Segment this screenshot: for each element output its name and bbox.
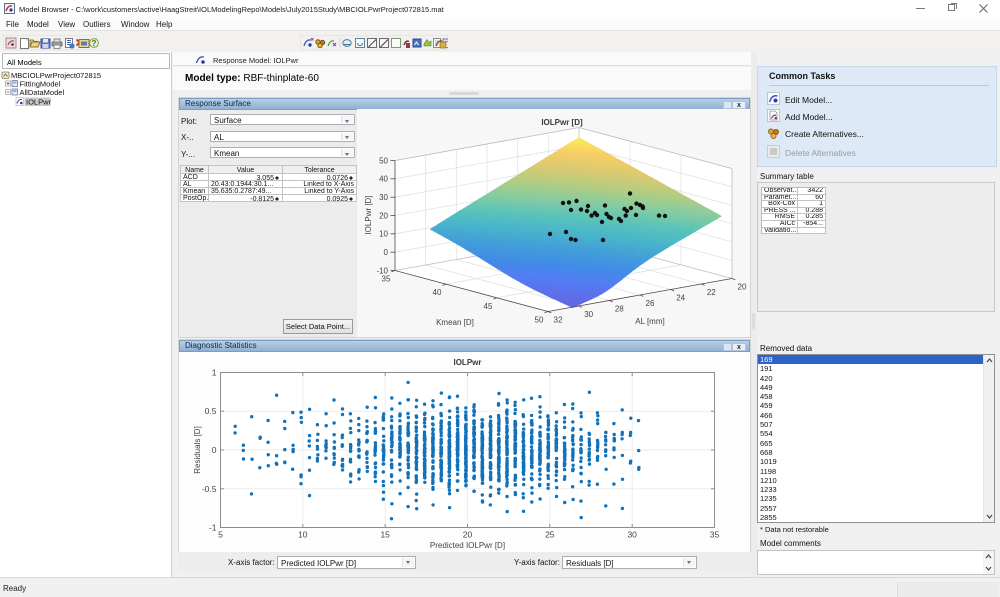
svg-text:10: 10 [298,530,308,540]
svg-text:20: 20 [463,530,473,540]
svg-text:Predicted IOLPwr [D]: Predicted IOLPwr [D] [430,541,505,550]
svg-text:-0.5: -0.5 [202,484,217,494]
svg-text:32: 32 [554,316,563,325]
svg-text:Residuals [D]: Residuals [D] [193,426,202,474]
svg-text:30: 30 [627,530,637,540]
svg-text:15: 15 [380,530,390,540]
svg-text:Kmean [D]: Kmean [D] [436,318,474,327]
svg-text:30: 30 [584,310,593,319]
svg-text:20: 20 [379,211,388,220]
svg-text:IOLPwr: IOLPwr [26,98,52,107]
svg-text:35: 35 [382,275,391,284]
svg-text:40: 40 [379,175,388,184]
svg-text:22: 22 [707,288,716,297]
svg-text:50: 50 [379,156,388,165]
svg-text:IOLPwr: IOLPwr [453,358,481,367]
svg-text:0: 0 [384,248,389,257]
svg-text:?: ? [92,39,97,48]
svg-text:1: 1 [212,368,217,378]
svg-text:45: 45 [484,302,493,311]
svg-text:50: 50 [535,316,544,325]
svg-text:35: 35 [710,530,720,540]
svg-text:40: 40 [433,288,442,297]
svg-text:10: 10 [379,230,388,239]
svg-text:26: 26 [646,299,655,308]
svg-text:AllDataModel: AllDataModel [20,88,65,97]
svg-text:24: 24 [676,294,685,303]
svg-text:-1: -1 [209,523,217,533]
svg-text:5: 5 [218,530,223,540]
svg-text:AL [mm]: AL [mm] [635,317,664,326]
svg-text:30: 30 [379,193,388,202]
svg-text:0.5: 0.5 [205,406,217,416]
svg-text:0: 0 [212,445,217,455]
svg-text:25: 25 [545,530,555,540]
svg-text:28: 28 [615,305,624,314]
svg-text:IOLPwr [D]: IOLPwr [D] [541,118,583,127]
svg-text:20: 20 [738,283,747,292]
svg-text:IOLPwr [D]: IOLPwr [D] [364,195,373,234]
